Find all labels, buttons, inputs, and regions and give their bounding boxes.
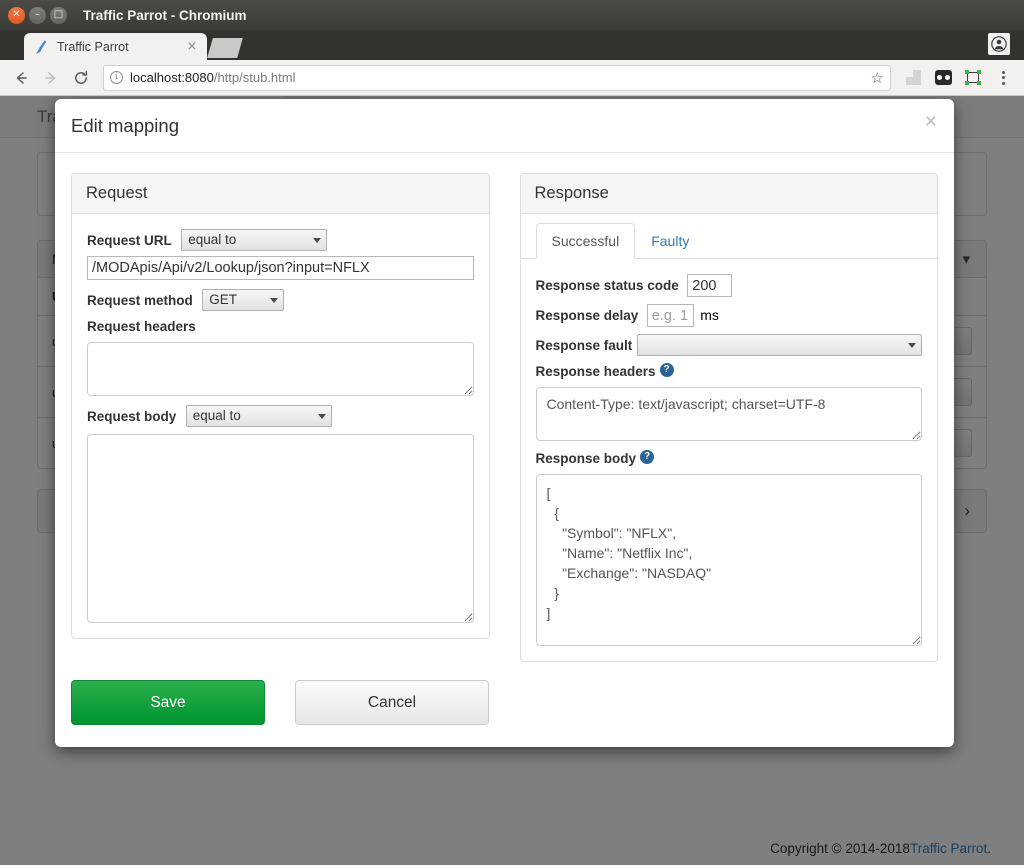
window-close-icon[interactable]: ✕ bbox=[8, 6, 25, 24]
browser-tab[interactable]: Traffic Parrot × bbox=[24, 33, 207, 60]
chevron-down-icon bbox=[270, 298, 279, 303]
response-card-title: Response bbox=[520, 174, 937, 214]
response-fault-select[interactable] bbox=[637, 334, 922, 356]
response-tabs: Successful Faulty bbox=[520, 214, 937, 259]
extension-panda-icon[interactable] bbox=[930, 65, 956, 91]
tab-successful-label: Successful bbox=[535, 223, 636, 259]
response-headers-row: Response headers? bbox=[535, 363, 922, 441]
close-icon[interactable]: × bbox=[925, 111, 937, 132]
request-url-row: Request URL equal to bbox=[87, 229, 474, 280]
profile-avatar-icon[interactable] bbox=[988, 33, 1010, 55]
new-tab-button[interactable] bbox=[207, 38, 243, 58]
url-host: localhost:8080 bbox=[130, 70, 214, 85]
request-headers-row: Request headers bbox=[87, 318, 474, 396]
forward-arrow-icon bbox=[38, 65, 64, 91]
request-headers-textarea[interactable] bbox=[87, 342, 474, 396]
response-card: Response Successful Faulty Response stat… bbox=[519, 173, 938, 662]
request-url-match-value: equal to bbox=[188, 232, 237, 247]
request-body-match-select[interactable]: equal to bbox=[185, 405, 332, 427]
modal-title: Edit mapping bbox=[71, 115, 179, 136]
request-method-row: Request method GET bbox=[87, 289, 474, 311]
parrot-favicon bbox=[34, 39, 50, 55]
help-icon[interactable]: ? bbox=[659, 363, 674, 377]
request-url-match-select[interactable]: equal to bbox=[181, 229, 328, 251]
response-headers-textarea[interactable] bbox=[535, 387, 922, 441]
request-card-title: Request bbox=[72, 174, 489, 214]
modal-header: Edit mapping × bbox=[55, 99, 954, 153]
modal-footer: Save Cancel bbox=[55, 662, 954, 747]
extension-screenshot-icon[interactable] bbox=[960, 65, 986, 91]
response-column: Response Successful Faulty Response stat… bbox=[519, 173, 938, 662]
response-body-label: Response body bbox=[535, 451, 637, 467]
request-body-label: Request body bbox=[87, 408, 177, 424]
url-text: localhost:8080/http/stub.html bbox=[130, 70, 296, 85]
request-method-select[interactable]: GET bbox=[202, 289, 285, 311]
tab-successful[interactable]: Successful bbox=[535, 223, 636, 259]
window-maximize-icon[interactable]: □ bbox=[50, 6, 67, 24]
edit-mapping-modal: Edit mapping × Request Request URL equal… bbox=[55, 99, 954, 747]
response-status-input[interactable] bbox=[687, 274, 733, 297]
request-url-label: Request URL bbox=[87, 232, 172, 248]
site-info-icon[interactable]: i bbox=[110, 71, 123, 84]
omnibox[interactable]: i localhost:8080/http/stub.html ☆ bbox=[103, 64, 891, 91]
request-url-input[interactable] bbox=[87, 256, 474, 280]
request-method-label: Request method bbox=[87, 292, 193, 308]
response-headers-label: Response headers bbox=[535, 364, 656, 380]
window-controls: ✕ – □ bbox=[8, 6, 67, 24]
response-body-textarea[interactable] bbox=[535, 474, 922, 646]
url-path: /http/stub.html bbox=[213, 70, 296, 85]
back-arrow-icon[interactable] bbox=[8, 65, 34, 91]
chevron-down-icon bbox=[908, 343, 916, 348]
request-card: Request Request URL equal to Request met… bbox=[71, 173, 490, 639]
kebab-menu-icon[interactable] bbox=[990, 65, 1016, 91]
request-body-match-value: equal to bbox=[192, 408, 241, 423]
window-minimize-icon[interactable]: – bbox=[29, 6, 46, 24]
browser-toolbar: i localhost:8080/http/stub.html ☆ bbox=[0, 60, 1024, 96]
modal-body: Request Request URL equal to Request met… bbox=[55, 153, 954, 662]
chevron-down-icon bbox=[317, 414, 326, 419]
save-button[interactable]: Save bbox=[71, 680, 265, 725]
request-method-value: GET bbox=[209, 292, 237, 307]
os-titlebar: ✕ – □ Traffic Parrot - Chromium bbox=[0, 0, 1024, 30]
tab-close-icon[interactable]: × bbox=[185, 39, 199, 54]
request-body-textarea[interactable] bbox=[87, 434, 474, 623]
response-body-row: Response body? bbox=[535, 450, 922, 646]
request-headers-label: Request headers bbox=[87, 319, 196, 335]
response-status-row: Response status code bbox=[536, 274, 923, 297]
browser-tab-label: Traffic Parrot bbox=[57, 39, 129, 54]
response-delay-input[interactable] bbox=[646, 304, 694, 327]
help-icon[interactable]: ? bbox=[640, 450, 655, 464]
window-title: Traffic Parrot - Chromium bbox=[83, 7, 247, 23]
request-card-body: Request URL equal to Request method GET bbox=[72, 214, 489, 638]
chevron-down-icon bbox=[313, 238, 322, 243]
response-fault-row: Response fault bbox=[535, 334, 922, 356]
reload-icon[interactable] bbox=[68, 65, 94, 91]
bookmark-star-icon[interactable]: ☆ bbox=[865, 69, 884, 87]
tab-faulty-label: Faulty bbox=[651, 233, 690, 249]
response-fault-label: Response fault bbox=[535, 337, 633, 353]
response-delay-label: Response delay bbox=[535, 308, 639, 323]
request-body-row: Request body equal to bbox=[87, 405, 474, 427]
tab-faulty[interactable]: Faulty bbox=[635, 223, 705, 259]
response-delay-unit: ms bbox=[700, 306, 719, 323]
response-status-label: Response status code bbox=[535, 278, 679, 293]
response-card-body: Response status code Response delay ms R… bbox=[521, 259, 938, 661]
browser-tabstrip: Traffic Parrot × bbox=[0, 30, 1024, 60]
request-column: Request Request URL equal to Request met… bbox=[71, 173, 490, 662]
extension-square-icon[interactable] bbox=[900, 65, 926, 91]
response-delay-row: Response delay ms bbox=[536, 304, 923, 327]
page-viewport: Traffic Parrot v3.11.2 Home HTTP JMS IBM… bbox=[0, 96, 1024, 865]
cancel-button[interactable]: Cancel bbox=[295, 680, 489, 725]
